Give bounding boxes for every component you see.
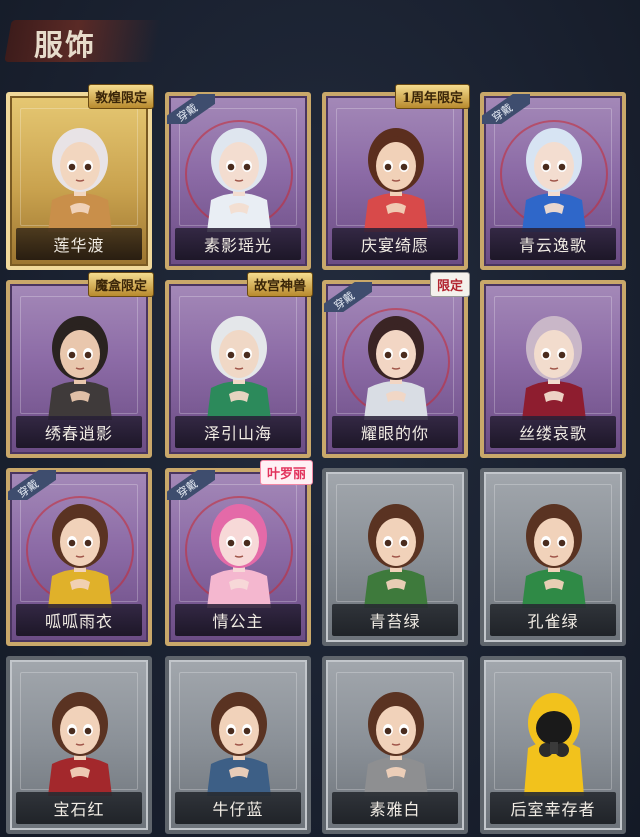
limited-badge: 叶罗丽 xyxy=(259,460,313,485)
costume-card[interactable]: 穿戴呱呱雨衣 xyxy=(6,468,152,646)
costume-name: 孔雀绿 xyxy=(527,612,579,631)
card-name-bar: 宝石红 xyxy=(16,792,142,824)
limited-badge: 故宫神兽 xyxy=(246,272,313,297)
costume-name: 青苔绿 xyxy=(369,612,421,631)
card-name-bar: 孔雀绿 xyxy=(490,604,616,636)
costume-card[interactable]: 素雅白 xyxy=(322,656,468,834)
card-name-bar: 素影瑶光 xyxy=(175,228,301,260)
costume-name: 莲华渡 xyxy=(53,236,105,255)
character-portrait-icon xyxy=(514,490,594,608)
limited-badge: 敦煌限定 xyxy=(87,84,154,109)
character-portrait-icon xyxy=(356,678,436,796)
costume-name: 庆宴绮愿 xyxy=(360,236,429,255)
character-portrait-icon xyxy=(40,114,120,232)
card-name-bar: 泽引山海 xyxy=(175,416,301,448)
character-portrait-icon xyxy=(199,302,279,420)
equipped-label: 穿戴 xyxy=(15,477,42,500)
card-name-bar: 丝缕哀歌 xyxy=(490,416,616,448)
character-portrait-icon xyxy=(356,114,436,232)
costume-card[interactable]: 丝缕哀歌 xyxy=(480,280,626,458)
costume-card[interactable]: 宝石红 xyxy=(6,656,152,834)
equipped-tag: 穿戴 xyxy=(324,282,372,312)
character-portrait-icon xyxy=(514,302,594,420)
card-name-bar: 后室幸存者 xyxy=(490,792,616,824)
costume-card[interactable]: 穿戴 限定耀眼的你 xyxy=(322,272,470,458)
limited-badge: 限定 xyxy=(429,272,470,297)
costume-card[interactable]: 1周年限定庆宴绮愿 xyxy=(322,84,470,270)
character-portrait-icon xyxy=(514,114,594,232)
costume-grid: 敦煌限定 莲华渡 穿戴 素影瑶光 1周年限定 庆宴绮愿 穿戴 青云逸歌 魔盒限定… xyxy=(0,0,640,837)
costume-name: 丝缕哀歌 xyxy=(518,424,587,443)
costume-card[interactable]: 穿戴 叶罗丽情公主 xyxy=(165,460,313,646)
card-name-bar: 绣春逍影 xyxy=(16,416,142,448)
costume-card[interactable]: 魔盒限定绣春逍影 xyxy=(6,272,154,458)
costume-name: 呱呱雨衣 xyxy=(44,612,113,631)
equipped-label: 穿戴 xyxy=(331,289,358,312)
costume-name: 情公主 xyxy=(212,612,264,631)
costume-name: 宝石红 xyxy=(53,800,105,819)
equipped-tag: 穿戴 xyxy=(8,470,56,500)
costume-card[interactable]: 穿戴青云逸歌 xyxy=(480,92,626,270)
equipped-tag: 穿戴 xyxy=(167,94,215,124)
equipped-tag: 穿戴 xyxy=(167,470,215,500)
card-name-bar: 呱呱雨衣 xyxy=(16,604,142,636)
costume-card[interactable]: 故宫神兽泽引山海 xyxy=(165,272,313,458)
card-name-bar: 素雅白 xyxy=(332,792,458,824)
character-portrait-icon xyxy=(199,678,279,796)
equipped-tag: 穿戴 xyxy=(482,94,530,124)
character-portrait-icon xyxy=(199,490,279,608)
card-name-bar: 情公主 xyxy=(175,604,301,636)
card-name-bar: 耀眼的你 xyxy=(332,416,458,448)
limited-badge: 1周年限定 xyxy=(394,84,470,109)
costume-name: 绣春逍影 xyxy=(44,424,113,443)
card-name-bar: 青云逸歌 xyxy=(490,228,616,260)
card-name-bar: 庆宴绮愿 xyxy=(332,228,458,260)
equipped-label: 穿戴 xyxy=(489,101,516,124)
costume-name: 素雅白 xyxy=(369,800,421,819)
hazmat-suit-portrait-icon xyxy=(514,678,594,796)
equipped-label: 穿戴 xyxy=(174,101,201,124)
costume-name: 泽引山海 xyxy=(203,424,272,443)
character-portrait-icon xyxy=(40,302,120,420)
costume-name: 素影瑶光 xyxy=(203,236,272,255)
equipped-label: 穿戴 xyxy=(174,477,201,500)
costume-name: 青云逸歌 xyxy=(518,236,587,255)
costume-name: 牛仔蓝 xyxy=(212,800,264,819)
card-name-bar: 莲华渡 xyxy=(16,228,142,260)
character-portrait-icon xyxy=(40,678,120,796)
costume-card[interactable]: 牛仔蓝 xyxy=(165,656,311,834)
costume-card[interactable]: 敦煌限定莲华渡 xyxy=(6,84,154,270)
costume-card[interactable]: 孔雀绿 xyxy=(480,468,626,646)
costume-card[interactable]: 青苔绿 xyxy=(322,468,468,646)
character-portrait-icon xyxy=(356,490,436,608)
character-portrait-icon xyxy=(356,302,436,420)
character-portrait-icon xyxy=(199,114,279,232)
character-portrait-icon xyxy=(40,490,120,608)
card-name-bar: 牛仔蓝 xyxy=(175,792,301,824)
costume-name: 耀眼的你 xyxy=(360,424,429,443)
card-name-bar: 青苔绿 xyxy=(332,604,458,636)
costume-card[interactable]: 穿戴素影瑶光 xyxy=(165,92,311,270)
costume-name: 后室幸存者 xyxy=(510,800,596,819)
costume-card[interactable]: 后室幸存者 xyxy=(480,656,626,834)
limited-badge: 魔盒限定 xyxy=(87,272,154,297)
